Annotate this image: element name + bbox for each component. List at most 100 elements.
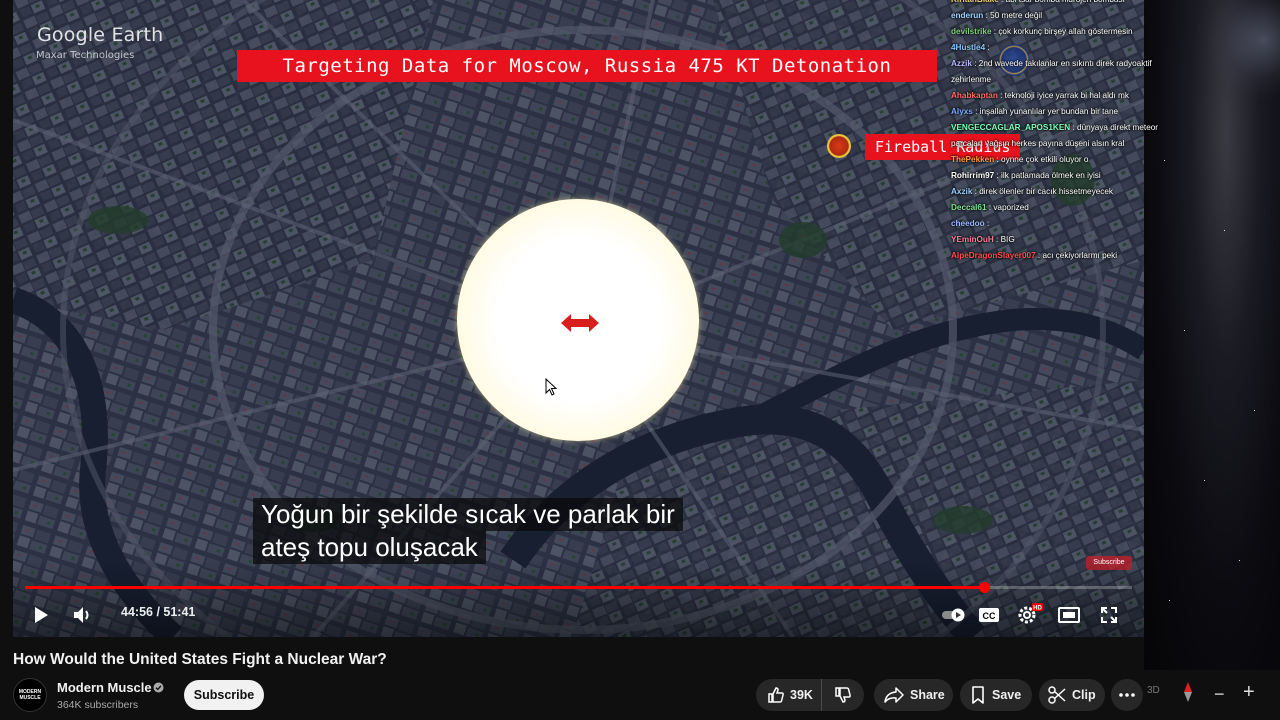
chat-message: Azzik : 2nd wavede takılanlar en sıkıntı… [951, 56, 1166, 88]
chat-username: devilstrike [951, 27, 992, 36]
chat-overlay: KiritanBlake : abi tsar bomba hidrojen b… [951, 0, 1166, 264]
channel-name[interactable]: Modern Muscle [57, 680, 152, 695]
chat-username: Rohirrim97 [951, 171, 995, 180]
chat-text: : BIG [993, 235, 1015, 244]
clip-button[interactable]: Clip [1039, 679, 1105, 711]
play-icon [35, 607, 48, 623]
theater-mode-icon [1058, 607, 1080, 623]
fullscreen-button[interactable] [1096, 603, 1122, 627]
chat-username: Azzik [951, 59, 972, 68]
chat-username: YEminOuH [951, 235, 994, 244]
progress-fill [25, 586, 985, 589]
dislike-button[interactable] [822, 679, 864, 711]
avatar-text: MODERN MUSCLE [18, 689, 42, 701]
google-earth-watermark: Google Earth [37, 24, 164, 46]
channel-avatar[interactable]: MODERN MUSCLE [13, 678, 47, 712]
chat-username: KiritanBlake [951, 0, 999, 4]
theater-mode-button[interactable] [1056, 603, 1082, 627]
save-button[interactable]: Save [960, 679, 1032, 711]
share-arrow-icon [884, 687, 904, 703]
chat-message: Axzik : direk ölenler bir cacık hissetme… [951, 184, 1166, 200]
subtitle-line-1: Yoğun bir şekilde sıcak ve parlak bir [253, 498, 683, 531]
chat-text: : inşallah yunanlılar yer bundan bir tan… [972, 107, 1119, 116]
chat-message: YEminOuH : BIG [951, 232, 1166, 248]
chat-text: : acı çekiyorlarmı peki [1035, 251, 1118, 260]
chat-message: Rohirrim97 : ilk patlamada ölmek en iyis… [951, 168, 1166, 184]
thumbs-up-icon [768, 687, 784, 703]
share-label: Share [910, 688, 945, 702]
chat-message: Alyxs : inşallah yunanlılar yer bundan b… [951, 104, 1166, 120]
scissors-icon [1048, 686, 1066, 704]
chat-message: ThePekken : oynne çok etkili oluyor o [951, 152, 1166, 168]
chat-username: Deccal61 [951, 203, 987, 212]
captions-label: CC [983, 611, 996, 621]
chat-message: KiritanBlake : abi tsar bomba hidrojen b… [951, 0, 1166, 8]
zoom-out-button[interactable]: − [1214, 684, 1225, 705]
chat-username: enderun [951, 11, 984, 20]
targeting-data-banner: Targeting Data for Moscow, Russia 475 KT… [237, 50, 937, 82]
video-title: How Would the United States Fight a Nucl… [13, 651, 387, 668]
autoplay-toggle-icon [942, 608, 965, 622]
chat-text: : [985, 43, 990, 52]
mouse-cursor-icon [545, 378, 557, 396]
subscriber-count: 364K subscribers [57, 699, 139, 711]
volume-button[interactable] [69, 602, 97, 628]
chat-username: ThePekken [951, 155, 995, 164]
zoom-in-button[interactable]: + [1243, 681, 1255, 704]
star [1184, 330, 1185, 331]
chat-message: AlpeDragonSlayer007 : acı çekiyorlarmı p… [951, 248, 1166, 264]
subtitles: Yoğun bir şekilde sıcak ve parlak bir at… [253, 498, 753, 564]
chat-username: Alyxs [951, 107, 973, 116]
chat-text: : direk ölenler bir cacık hissetmeyecek [972, 187, 1113, 196]
verified-check-icon [153, 682, 164, 693]
settings-button[interactable]: HD [1015, 601, 1045, 627]
like-count: 39K [790, 688, 813, 702]
thumbs-down-icon [835, 687, 851, 703]
star [1204, 480, 1205, 481]
play-button[interactable] [27, 602, 55, 628]
fullscreen-icon [1101, 607, 1117, 623]
chat-text: : abi tsar bomba hidrojen bombası [999, 0, 1125, 4]
chat-text: : teknoloji iyice yarrak bi hal aldı mk [997, 91, 1129, 100]
bookmark-icon [972, 686, 984, 704]
star [1254, 410, 1255, 411]
like-dislike-group: 39K [756, 679, 864, 711]
chat-message: cheedoo : [951, 216, 1166, 232]
chat-message: Ahabkaptan : teknoloji iyice yarrak bi h… [951, 88, 1166, 104]
chat-message: 4Hustle4 : [951, 40, 1166, 56]
chat-text: : 2nd wavede takılanlar en sıkıntı direk… [951, 59, 1152, 84]
clip-label: Clip [1072, 688, 1096, 702]
chat-username: VENGECCAGLAR_APOS1KEN [951, 123, 1071, 132]
share-button[interactable]: Share [874, 679, 953, 711]
more-horizontal-icon [1119, 693, 1135, 697]
map-3d-toggle[interactable]: 3D [1147, 685, 1160, 696]
like-button[interactable]: 39K [756, 679, 822, 711]
star [1169, 600, 1170, 601]
chat-username: AlpeDragonSlayer007 [951, 251, 1036, 260]
chat-text: : çok korkunç birşey allah göstermesin [991, 27, 1133, 36]
progress-bar[interactable] [25, 582, 1132, 593]
chat-message: Deccal61 : vaporized [951, 200, 1166, 216]
autoplay-toggle[interactable] [941, 603, 967, 627]
fireball-legend-icon [827, 134, 851, 158]
volume-icon [74, 607, 89, 623]
chat-text: : [984, 219, 990, 228]
hd-badge: HD [1033, 606, 1042, 612]
star [1224, 230, 1225, 231]
controls-gradient [13, 560, 1144, 637]
chat-text: : ilk patlamada ölmek en iyisi [994, 171, 1101, 180]
chat-text: : vaporized [986, 203, 1029, 212]
chat-username: Ahabkaptan [951, 91, 998, 100]
chat-text: : 50 metre değil [983, 11, 1043, 20]
save-label: Save [992, 688, 1022, 702]
double-arrow-icon [561, 314, 599, 332]
chat-text: : oynne çok etkili oluyor o [994, 155, 1089, 164]
settings-gear-icon: HD [1018, 603, 1043, 624]
compass-icon[interactable] [1182, 681, 1194, 703]
more-actions-button[interactable] [1111, 679, 1143, 711]
subscribe-button[interactable]: Subscribe [184, 680, 264, 710]
star [1239, 560, 1240, 561]
maxar-watermark: Maxar Technologies [36, 50, 135, 61]
chat-username: cheedoo [951, 219, 985, 228]
captions-button[interactable]: CC [976, 603, 1002, 627]
